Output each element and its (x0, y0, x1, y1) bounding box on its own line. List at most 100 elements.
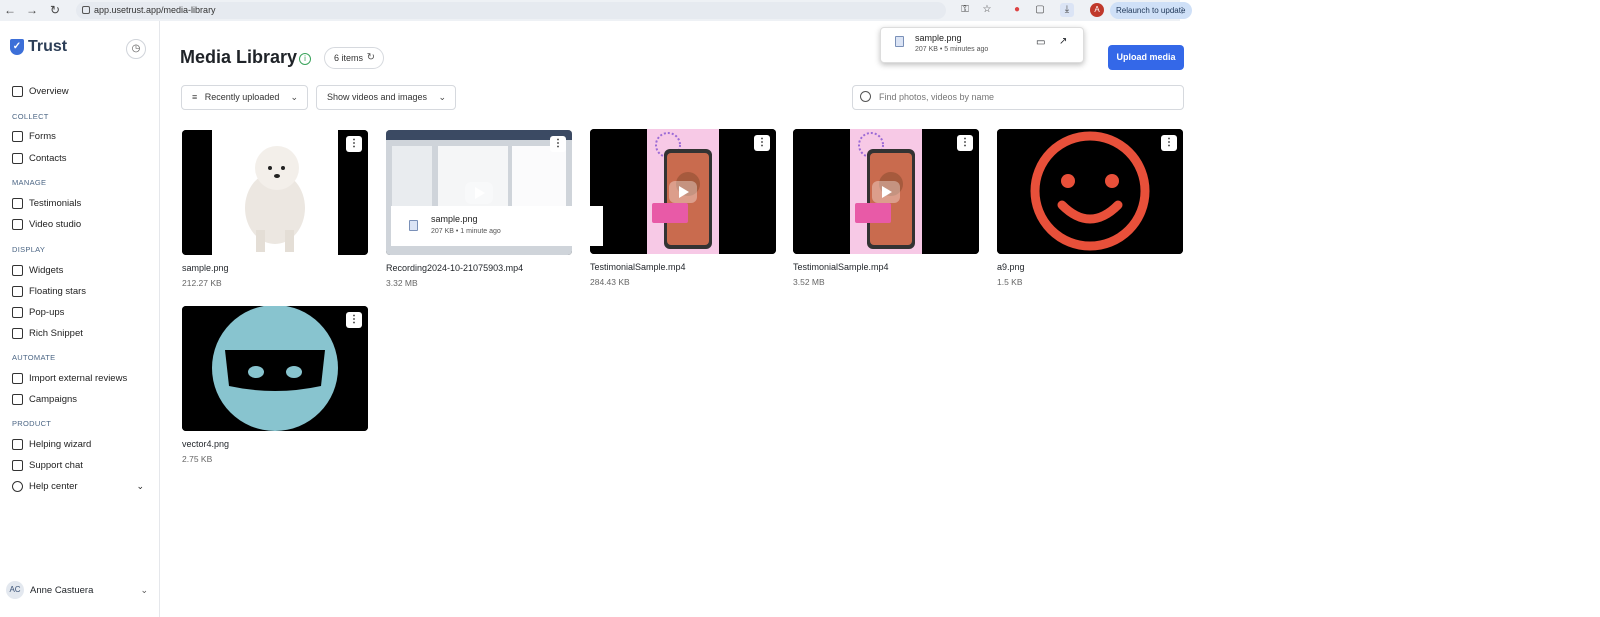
history-icon[interactable]: ◷ (126, 39, 146, 59)
forward-icon[interactable]: → (24, 2, 40, 18)
relaunch-label: Relaunch to update (1116, 6, 1186, 15)
file-icon (895, 36, 904, 47)
sidebar-item-contacts[interactable]: Contacts (12, 150, 67, 166)
media-name: TestimonialSample.mp4 (793, 262, 889, 272)
type-filter-dropdown[interactable]: Show videos and images ⌄ (316, 85, 456, 110)
media-card[interactable]: ⋮ TestimonialSample.mp4 3.52 MB (793, 129, 979, 287)
media-thumbnail[interactable]: ⋮ (793, 129, 979, 254)
media-size: 3.32 MB (386, 278, 418, 288)
share-icon (12, 372, 23, 384)
media-name: vector4.png (182, 439, 230, 449)
sidebar-item-floating-stars[interactable]: Floating stars (12, 283, 86, 299)
more-vert-icon: ⋮ (1178, 6, 1186, 15)
more-options-icon[interactable]: ⋮ (754, 135, 770, 151)
smiley-image (997, 129, 1183, 254)
sidebar-item-video-studio[interactable]: Video studio (12, 216, 81, 232)
media-thumbnail[interactable]: ⋮ (182, 306, 368, 431)
dog-image (182, 130, 368, 255)
media-name: a9.png (997, 262, 1025, 272)
sidebar-item-label: Pop-ups (29, 306, 65, 318)
contact-icon (12, 152, 23, 164)
sidebar: ✓ Trust ◷ Overview COLLECT Forms Contact… (0, 21, 160, 617)
key-icon[interactable]: ⚿ (958, 3, 972, 17)
items-count-badge[interactable]: 6 items ↻ (324, 47, 384, 69)
download-file-name[interactable]: sample.png (915, 33, 962, 43)
extensions-puzzle-icon[interactable]: ▢ (1033, 3, 1047, 17)
drag-file-name: sample.png (431, 214, 478, 224)
browser-toolbar: ← → ↻ app.usetrust.app/media-library ⚿ ☆… (0, 0, 1600, 21)
media-card[interactable]: ⋮ vector4.png 2.75 KB (182, 306, 368, 464)
sort-dropdown[interactable]: ≡ Recently uploaded ⌄ (181, 85, 308, 110)
media-name: sample.png (182, 263, 229, 273)
media-card[interactable]: ⋮ TestimonialSample.mp4 284.43 KB (590, 129, 776, 287)
media-thumbnail[interactable]: ⋮ (997, 129, 1183, 254)
sidebar-item-forms[interactable]: Forms (12, 128, 56, 144)
sidebar-item-helping-wizard[interactable]: Helping wizard (12, 436, 91, 452)
play-icon[interactable] (669, 180, 697, 203)
more-options-icon[interactable]: ⋮ (550, 136, 566, 152)
chevron-down-icon[interactable]: ⌄ (136, 481, 144, 492)
reload-icon[interactable]: ↻ (47, 2, 63, 18)
user-menu[interactable]: AC Anne Castuera ⌄ (6, 578, 152, 602)
chevron-down-icon: ⌄ (140, 584, 148, 595)
play-icon[interactable] (872, 180, 900, 203)
play-icon[interactable] (465, 181, 493, 204)
sidebar-item-support-chat[interactable]: Support chat (12, 457, 83, 473)
address-bar[interactable]: app.usetrust.app/media-library (76, 2, 946, 19)
media-size: 212.27 KB (182, 278, 222, 288)
section-automate: AUTOMATE (12, 353, 56, 362)
video-icon (12, 218, 23, 230)
section-product: PRODUCT (12, 419, 52, 428)
search-icon (860, 91, 871, 102)
drag-file-meta: 207 KB • 1 minute ago (431, 228, 501, 235)
upload-media-button[interactable]: Upload media (1108, 45, 1184, 70)
sparkle-icon (12, 285, 23, 297)
info-icon[interactable]: i (299, 53, 311, 65)
sidebar-item-rich-snippet[interactable]: Rich Snippet (12, 325, 83, 341)
items-count: 6 items (334, 53, 364, 63)
open-external-icon[interactable]: ↗ (1059, 36, 1067, 47)
more-options-icon[interactable]: ⋮ (346, 312, 362, 328)
sidebar-item-label: Video studio (29, 218, 82, 230)
folder-icon[interactable]: ▭ (1036, 37, 1045, 48)
more-options-icon[interactable]: ⋮ (346, 136, 362, 152)
user-name: Anne Castuera (30, 584, 94, 596)
download-icon[interactable]: ⤓ (1060, 3, 1074, 17)
sidebar-item-testimonials[interactable]: Testimonials (12, 195, 81, 211)
sidebar-item-label: Helping wizard (29, 438, 92, 450)
brand-logo[interactable]: ✓ Trust (10, 38, 67, 56)
sidebar-item-label: Testimonials (29, 197, 82, 209)
back-icon[interactable]: ← (2, 2, 18, 18)
media-size: 3.52 MB (793, 277, 825, 287)
ninja-image (182, 306, 368, 431)
drag-ghost: sample.png 207 KB • 1 minute ago (391, 206, 603, 246)
extension-red-icon[interactable]: ● (1010, 3, 1024, 17)
sidebar-item-overview[interactable]: Overview (12, 83, 69, 99)
sort-value: Recently uploaded (204, 92, 280, 102)
more-options-icon[interactable]: ⋮ (957, 135, 973, 151)
avatar: AC (6, 581, 24, 599)
media-card[interactable]: ⋮ a9.png 1.5 KB (997, 129, 1183, 287)
site-info-icon[interactable] (82, 6, 90, 14)
bookmark-star-icon[interactable]: ☆ (980, 3, 994, 17)
downloads-popup[interactable]: sample.png 207 KB • 5 minutes ago ▭ ↗ (880, 27, 1084, 63)
sidebar-item-help-center[interactable]: Help center ⌄ (12, 478, 144, 494)
sidebar-item-campaigns[interactable]: Campaigns (12, 391, 77, 407)
home-icon (12, 85, 23, 97)
media-thumbnail[interactable]: ⋮ (182, 130, 368, 255)
more-options-icon[interactable]: ⋮ (1161, 135, 1177, 151)
search-input[interactable]: Find photos, videos by name (852, 85, 1184, 110)
form-icon (12, 130, 23, 142)
address-text: app.usetrust.app/media-library (94, 5, 216, 15)
relaunch-button[interactable]: Relaunch to update ⋮ (1110, 2, 1192, 19)
media-thumbnail[interactable]: ⋮ (590, 129, 776, 254)
sidebar-item-widgets[interactable]: Widgets (12, 262, 63, 278)
popup-icon (12, 306, 23, 318)
refresh-icon[interactable]: ↻ (367, 48, 375, 68)
section-manage: MANAGE (12, 178, 47, 187)
media-card[interactable]: ⋮ sample.png 212.27 KB (182, 130, 368, 288)
thumbs-up-icon (12, 197, 23, 209)
sidebar-item-pop-ups[interactable]: Pop-ups (12, 304, 64, 320)
sidebar-item-import-reviews[interactable]: Import external reviews (12, 370, 127, 386)
profile-avatar[interactable]: A (1090, 3, 1104, 17)
